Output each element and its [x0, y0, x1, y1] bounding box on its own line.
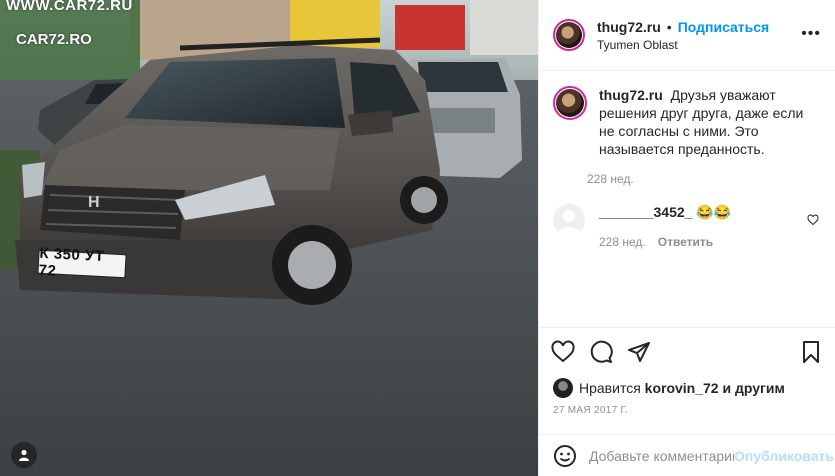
- liker-username[interactable]: korovin_72: [645, 380, 719, 396]
- emoji-icon[interactable]: [553, 444, 577, 468]
- default-avatar-icon[interactable]: [553, 204, 585, 236]
- comment-text: 😂😂: [696, 204, 732, 220]
- car-photo-image: H: [0, 0, 538, 476]
- comment-item: _______3452_ 😂😂 228 нед. Ответить: [553, 204, 821, 249]
- caption-item: thug72.ru Друзья уважают решения друг др…: [553, 86, 821, 186]
- reply-button[interactable]: Ответить: [658, 235, 713, 249]
- paper-plane-icon[interactable]: [627, 340, 651, 364]
- post-photo[interactable]: H WWW.CAR72.RU CAR72.RO К 350 УТ 72: [0, 0, 538, 476]
- comment-heart-icon[interactable]: [807, 213, 819, 229]
- likes-summary: Нравится korovin_72 и другим: [553, 378, 785, 398]
- avatar[interactable]: [553, 19, 585, 51]
- more-horizontal-icon[interactable]: •••: [801, 26, 821, 42]
- comment-time[interactable]: 228 нед.: [599, 235, 646, 249]
- caption-time[interactable]: 228 нед.: [587, 172, 819, 186]
- location-link[interactable]: Tyumen Oblast: [597, 38, 769, 52]
- post-sidebar: thug72.ru • Подписаться Tyumen Oblast ••…: [538, 0, 835, 476]
- likes-others-link[interactable]: и другим: [723, 380, 785, 396]
- caption-text-block: thug72.ru Друзья уважают решения друг др…: [599, 86, 819, 158]
- comment-username[interactable]: _______3452_: [599, 204, 692, 220]
- svg-text:H: H: [88, 194, 100, 211]
- post-header: thug72.ru • Подписаться Tyumen Oblast ••…: [539, 0, 835, 71]
- post-date[interactable]: 27 МАЯ 2017 Г.: [553, 405, 628, 416]
- add-comment-bar: Опубликовать: [539, 434, 835, 476]
- comment-input[interactable]: [589, 447, 734, 464]
- comment-icon[interactable]: [589, 340, 613, 364]
- liker-avatar[interactable]: [553, 378, 573, 398]
- caption-username[interactable]: thug72.ru: [599, 87, 663, 103]
- user-tag-icon[interactable]: [11, 442, 37, 468]
- comments-list: thug72.ru Друзья уважают решения друг др…: [539, 72, 835, 326]
- action-bar: [539, 327, 835, 375]
- header-separator: •: [666, 18, 672, 35]
- header-username[interactable]: thug72.ru: [597, 19, 661, 35]
- watermark-site: WWW.CAR72.RU: [6, 0, 133, 14]
- publish-button[interactable]: Опубликовать: [734, 448, 834, 464]
- likes-prefix: Нравится: [579, 380, 641, 396]
- watermark-logo: CAR72.RO: [16, 31, 92, 48]
- heart-icon[interactable]: [551, 340, 575, 364]
- avatar[interactable]: [553, 86, 587, 120]
- license-plate: К 350 УТ 72: [37, 245, 127, 280]
- bookmark-icon[interactable]: [799, 340, 823, 364]
- follow-button[interactable]: Подписаться: [678, 19, 770, 35]
